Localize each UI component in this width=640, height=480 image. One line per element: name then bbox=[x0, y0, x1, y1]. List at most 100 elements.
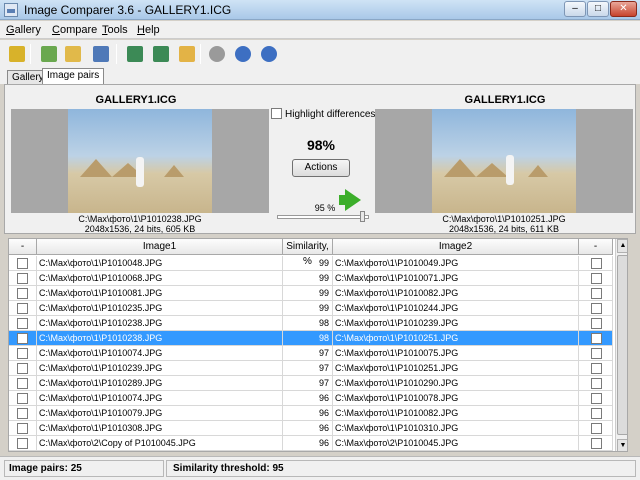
image1-cell: C:\Max\фото\1\P1010074.JPG bbox=[37, 391, 283, 406]
settings-button[interactable] bbox=[206, 43, 228, 65]
right-row-checkbox[interactable] bbox=[591, 378, 602, 389]
col-right-mark[interactable]: - bbox=[579, 239, 613, 255]
highlight-differences-checkbox[interactable]: Highlight differences bbox=[271, 108, 375, 120]
left-row-checkbox[interactable] bbox=[17, 303, 28, 314]
right-row-checkbox[interactable] bbox=[591, 273, 602, 284]
left-image-view[interactable] bbox=[11, 109, 269, 213]
info-button[interactable] bbox=[232, 43, 254, 65]
right-row-checkbox[interactable] bbox=[591, 423, 602, 434]
menu-gallery[interactable]: Gallery bbox=[6, 24, 41, 36]
minimize-button[interactable]: – bbox=[564, 1, 586, 17]
compare-button[interactable] bbox=[124, 43, 146, 65]
help-icon bbox=[261, 46, 277, 62]
right-check-cell bbox=[579, 376, 613, 391]
menu-tools[interactable]: Tools bbox=[102, 24, 128, 36]
right-row-checkbox[interactable] bbox=[591, 333, 602, 344]
table-scrollbar[interactable]: ▲ ▼ bbox=[615, 239, 627, 451]
table-row[interactable]: C:\Max\фото\1\P1010239.JPG 97 C:\Max\фото\… bbox=[9, 361, 613, 376]
scroll-up-arrow[interactable]: ▲ bbox=[617, 239, 627, 253]
scroll-down-arrow[interactable]: ▼ bbox=[617, 439, 627, 451]
actions-button[interactable]: Actions bbox=[292, 159, 350, 177]
table-row[interactable]: C:\Max\фото\1\P1010074.JPG 97 C:\Max\фото\… bbox=[9, 346, 613, 361]
close-button[interactable]: ✕ bbox=[610, 1, 637, 17]
scroll-thumb[interactable] bbox=[617, 255, 627, 435]
menu-help[interactable]: Help bbox=[137, 24, 160, 36]
right-row-checkbox[interactable] bbox=[591, 258, 602, 269]
right-row-checkbox[interactable] bbox=[591, 438, 602, 449]
right-check-cell bbox=[579, 361, 613, 376]
left-row-checkbox[interactable] bbox=[17, 288, 28, 299]
find-duplicates-button[interactable] bbox=[90, 43, 112, 65]
left-row-checkbox[interactable] bbox=[17, 273, 28, 284]
table-row[interactable]: C:\Max\фото\1\P1010308.JPG 96 C:\Max\фото\… bbox=[9, 421, 613, 436]
image2-cell: C:\Max\фото\1\P1010071.JPG bbox=[333, 271, 579, 286]
table-row[interactable]: C:\Max\фото\1\P1010048.JPG 99 C:\Max\фото\… bbox=[9, 256, 613, 271]
similarity-cell: 99 bbox=[283, 256, 333, 271]
similarity-cell: 97 bbox=[283, 376, 333, 391]
folder-export-button[interactable] bbox=[176, 43, 198, 65]
right-photo bbox=[432, 109, 576, 213]
right-check-cell bbox=[579, 301, 613, 316]
table-row[interactable]: C:\Max\фото\1\P1010079.JPG 96 C:\Max\фото\… bbox=[9, 406, 613, 421]
right-image-view[interactable] bbox=[375, 109, 633, 213]
image2-cell: C:\Max\фото\1\P1010082.JPG bbox=[333, 286, 579, 301]
right-row-checkbox[interactable] bbox=[591, 393, 602, 404]
status-bar: Image pairs: 25 Similarity threshold: 95 bbox=[0, 456, 640, 480]
left-photo bbox=[68, 109, 212, 213]
right-row-checkbox[interactable] bbox=[591, 363, 602, 374]
right-row-checkbox[interactable] bbox=[591, 348, 602, 359]
left-row-checkbox[interactable] bbox=[17, 393, 28, 404]
open-folder-icon bbox=[65, 46, 81, 62]
right-check-cell bbox=[579, 316, 613, 331]
col-similarity[interactable]: Similarity, % bbox=[283, 239, 333, 267]
col-image2[interactable]: Image2 bbox=[333, 239, 579, 255]
table-row[interactable]: C:\Max\фото\1\P1010289.JPG 97 C:\Max\фото\… bbox=[9, 376, 613, 391]
table-row[interactable]: C:\Max\фото\1\P1010081.JPG 99 C:\Max\фото\… bbox=[9, 286, 613, 301]
next-arrow-icon[interactable] bbox=[345, 189, 361, 211]
open-folder-button[interactable] bbox=[62, 43, 84, 65]
col-image1[interactable]: Image1 bbox=[37, 239, 283, 255]
left-row-checkbox[interactable] bbox=[17, 408, 28, 419]
tab-image-pairs[interactable]: Image pairs bbox=[42, 68, 105, 85]
right-row-checkbox[interactable] bbox=[591, 303, 602, 314]
toolbar-separator bbox=[200, 44, 201, 64]
image1-cell: C:\Max\фото\1\P1010081.JPG bbox=[37, 286, 283, 301]
table-row[interactable]: C:\Max\фото\2\Copy of P1010045.JPG 96 C:\M… bbox=[9, 436, 613, 451]
left-row-checkbox[interactable] bbox=[17, 423, 28, 434]
left-row-checkbox[interactable] bbox=[17, 258, 28, 269]
right-row-checkbox[interactable] bbox=[591, 408, 602, 419]
left-check-cell bbox=[9, 286, 37, 301]
left-row-checkbox[interactable] bbox=[17, 378, 28, 389]
highlight-checkbox-box[interactable] bbox=[271, 108, 282, 119]
new-gallery-button[interactable] bbox=[38, 43, 60, 65]
help-button[interactable] bbox=[258, 43, 280, 65]
table-row[interactable]: C:\Max\фото\1\P1010238.JPG 98 C:\Max\фото\… bbox=[9, 316, 613, 331]
table-row[interactable]: C:\Max\фото\1\P1010068.JPG 99 C:\Max\фото\… bbox=[9, 271, 613, 286]
menu-compare[interactable]: Compare bbox=[52, 24, 97, 36]
left-row-checkbox[interactable] bbox=[17, 318, 28, 329]
right-row-checkbox[interactable] bbox=[591, 288, 602, 299]
image2-cell: C:\Max\фото\2\P1010045.JPG bbox=[333, 436, 579, 451]
image1-cell: C:\Max\фото\1\P1010308.JPG bbox=[37, 421, 283, 436]
col-left-mark[interactable]: - bbox=[9, 239, 37, 255]
table-row[interactable]: C:\Max\фото\1\P1010235.JPG 99 C:\Max\фото\… bbox=[9, 301, 613, 316]
left-row-checkbox[interactable] bbox=[17, 363, 28, 374]
table-header: - Image1 Similarity, % Image2 - bbox=[9, 239, 613, 267]
threshold-slider[interactable] bbox=[277, 211, 369, 222]
maximize-button[interactable]: □ bbox=[587, 1, 609, 17]
threshold-slider-thumb[interactable] bbox=[359, 211, 365, 222]
left-check-cell bbox=[9, 436, 37, 451]
status-threshold: Similarity threshold: 95 bbox=[166, 460, 636, 477]
table-row[interactable]: C:\Max\фото\1\P1010238.JPG 98 C:\Max\фото\… bbox=[9, 331, 613, 346]
table-row[interactable]: C:\Max\фото\1\P1010074.JPG 96 C:\Max\фото\… bbox=[9, 391, 613, 406]
wand-button[interactable] bbox=[6, 43, 28, 65]
image1-cell: C:\Max\фото\1\P1010079.JPG bbox=[37, 406, 283, 421]
check-button[interactable] bbox=[150, 43, 172, 65]
image2-cell: C:\Max\фото\1\P1010244.JPG bbox=[333, 301, 579, 316]
similarity-cell: 96 bbox=[283, 421, 333, 436]
right-row-checkbox[interactable] bbox=[591, 318, 602, 329]
left-row-checkbox[interactable] bbox=[17, 348, 28, 359]
similarity-cell: 96 bbox=[283, 391, 333, 406]
left-row-checkbox[interactable] bbox=[17, 333, 28, 344]
left-row-checkbox[interactable] bbox=[17, 438, 28, 449]
